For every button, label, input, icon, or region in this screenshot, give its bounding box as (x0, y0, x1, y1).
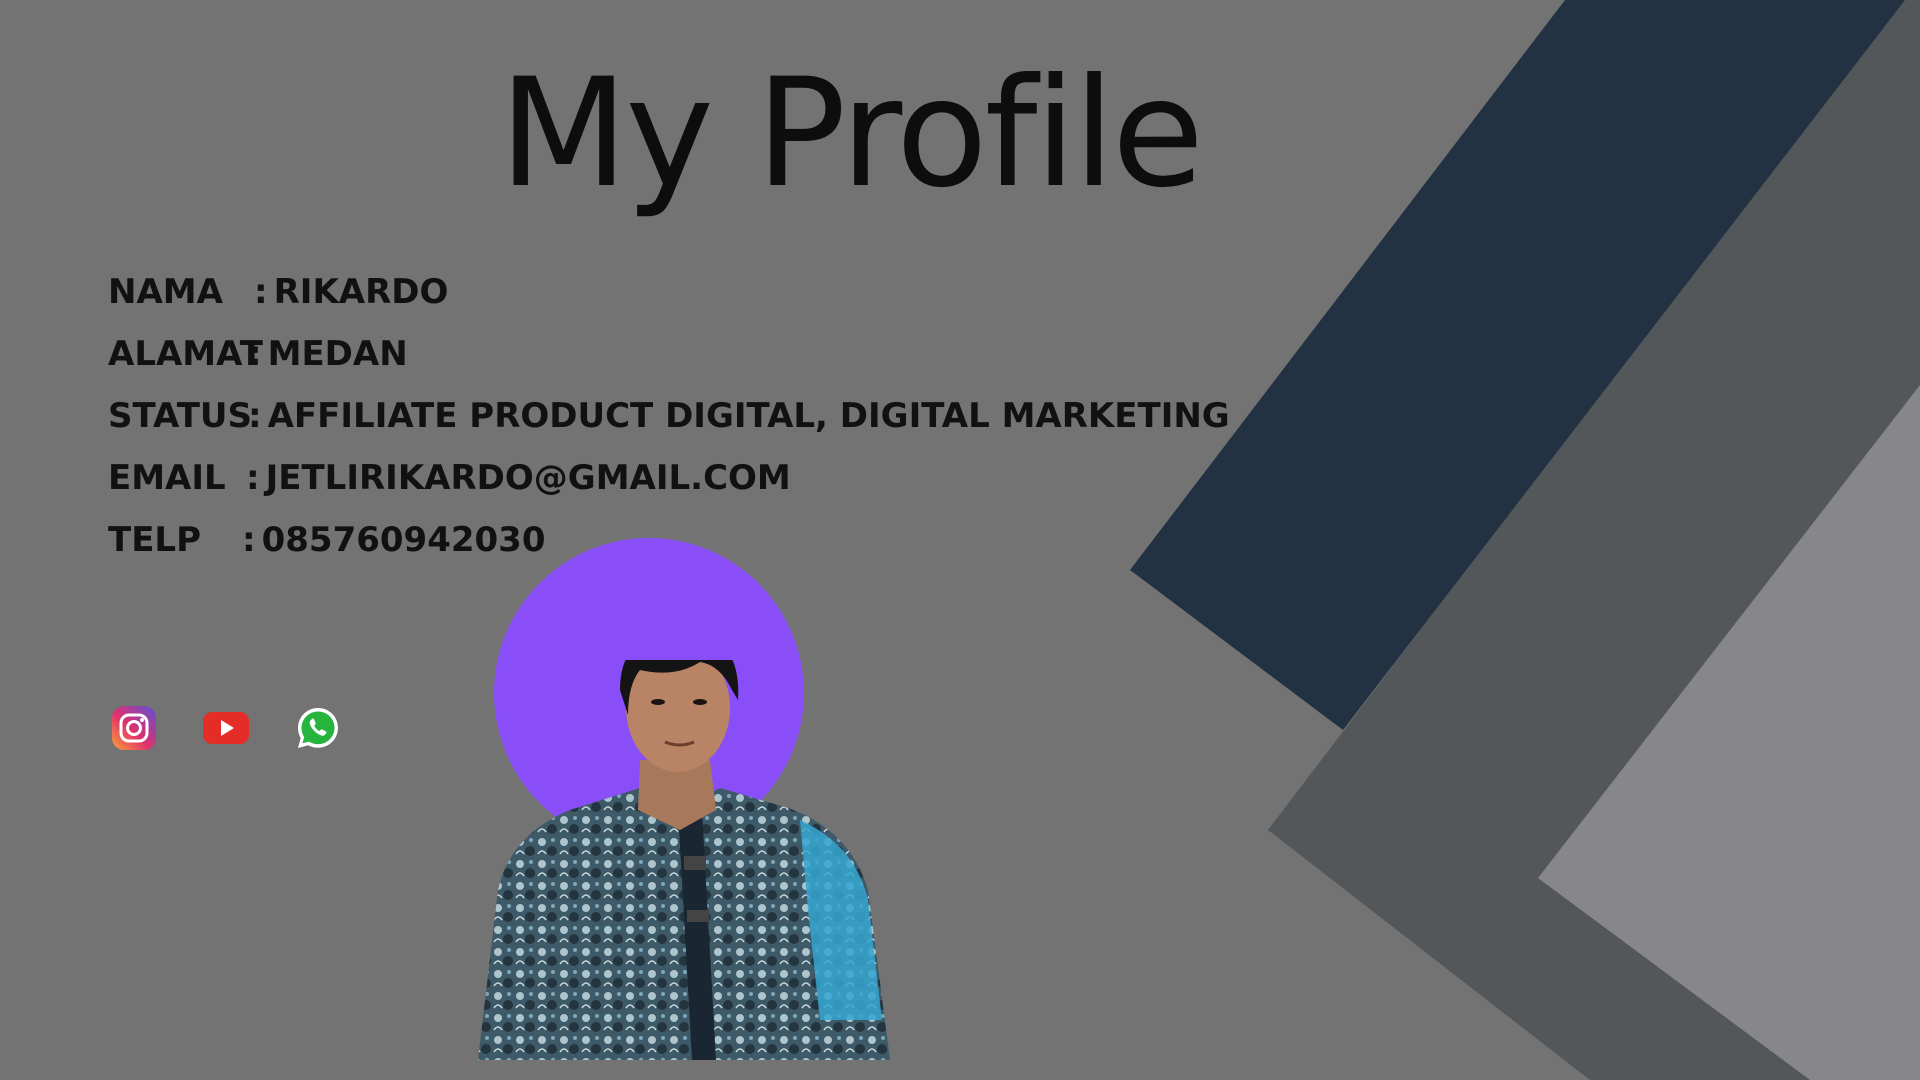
page-title: My Profile (498, 47, 1204, 221)
profile-info: NAMA : RIKARDO ALAMAT : MEDAN STATUS : A… (108, 272, 1230, 582)
social-links (110, 704, 342, 752)
email-separator: : (246, 458, 260, 498)
profile-row-email: EMAIL : JETLIRIKARDO@GMAIL.COM (108, 458, 1230, 520)
profile-slide: My Profile NAMA : RIKARDO ALAMAT : MEDAN… (0, 0, 1920, 1080)
nama-label: NAMA (108, 272, 223, 312)
telp-label: TELP (108, 520, 202, 560)
profile-row-status: STATUS : AFFILIATE PRODUCT DIGITAL, DIGI… (108, 396, 1230, 458)
alamat-value: MEDAN (267, 334, 408, 374)
whatsapp-icon[interactable] (294, 704, 342, 752)
telp-value: 085760942030 (261, 520, 546, 560)
alamat-separator: : (248, 334, 262, 374)
nama-separator: : (254, 272, 268, 312)
email-label: EMAIL (108, 458, 226, 498)
telp-separator: : (242, 520, 256, 560)
status-label: STATUS (108, 396, 253, 436)
email-value: JETLIRIKARDO@GMAIL.COM (265, 458, 791, 498)
youtube-icon[interactable] (202, 704, 250, 752)
instagram-icon[interactable] (110, 704, 158, 752)
profile-row-nama: NAMA : RIKARDO (108, 272, 1230, 334)
status-separator: : (248, 396, 262, 436)
profile-photo (478, 660, 890, 1060)
alamat-label: ALAMAT (108, 334, 263, 374)
nama-value: RIKARDO (273, 272, 449, 312)
status-value: AFFILIATE PRODUCT DIGITAL, DIGITAL MARKE… (267, 396, 1230, 436)
profile-row-alamat: ALAMAT : MEDAN (108, 334, 1230, 396)
